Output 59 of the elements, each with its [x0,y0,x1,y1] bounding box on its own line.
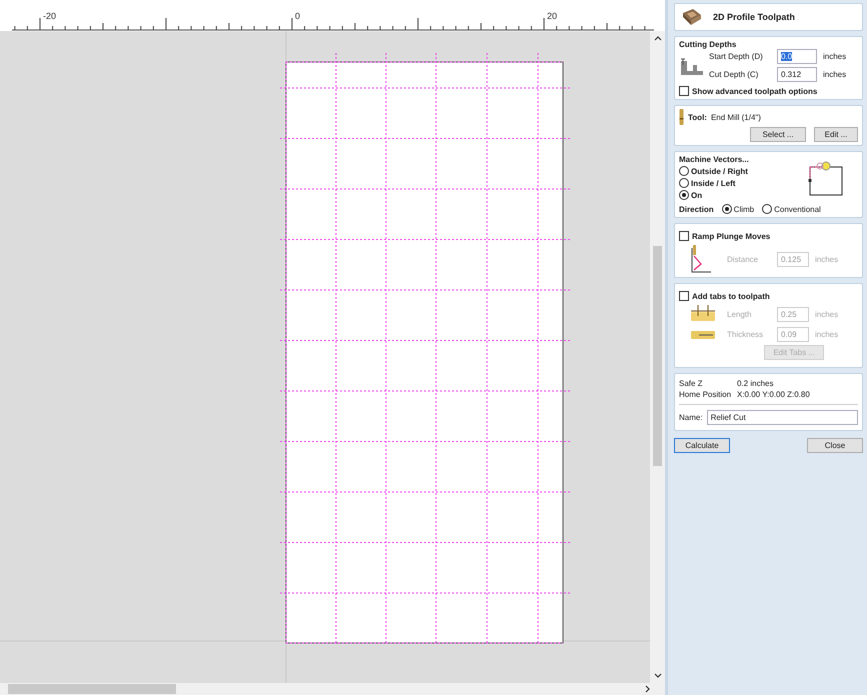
close-button[interactable]: Close [807,438,863,453]
radio-label: Inside / Left [691,178,736,188]
vertical-scrollbar[interactable] [650,31,665,683]
scrollbar-thumb[interactable] [8,684,176,694]
radio-label: Climb [734,204,754,214]
section-heading: Machine Vectors... [679,155,749,164]
scrollbar-thumb[interactable] [653,246,662,466]
radio-button[interactable] [679,190,689,200]
unit-label: inches [823,70,846,79]
ruler-label: 0 [295,11,300,21]
checkbox-label: Add tabs to toolpath [692,292,770,300]
info-label: Home Position [679,390,732,399]
info-value: X:0.00 Y:0.00 Z:0.80 [737,390,810,399]
frame-icon [681,7,703,27]
cut-side-diagram-icon [806,161,844,197]
ramp-icon [689,244,713,274]
radio-button[interactable] [722,204,732,214]
checkbox[interactable] [679,86,689,96]
scroll-right-icon[interactable] [645,685,651,693]
scroll-down-icon[interactable] [654,673,662,679]
radio-label: On [691,190,702,200]
tool-label: Tool: [688,112,707,122]
field-label: Cut Depth (C) [709,70,760,79]
info-label: Safe Z [679,379,704,388]
unit-label: inches [815,310,838,318]
depth-field[interactable]: 0.0 [777,49,817,64]
checkbox-label: Ramp Plunge Moves [692,232,770,240]
calculate-button[interactable]: Calculate [674,438,730,453]
section-heading: Cutting Depths [679,40,738,49]
radio-label: Outside / Right [691,166,748,176]
field-label: Start Depth (D) [709,52,764,61]
info-value: 0.2 inches [737,379,774,388]
checkbox[interactable] [679,291,689,301]
scroll-up-icon[interactable] [654,35,662,41]
radio-button[interactable] [762,204,772,214]
radio-button[interactable] [679,178,689,188]
radio-button[interactable] [679,166,689,176]
name-label: Name: [679,413,703,422]
horizontal-scrollbar[interactable] [0,683,665,695]
panel-title: 2D Profile Toolpath [713,12,795,22]
depth-field[interactable]: 0.312 [777,67,817,82]
direction-label: Direction [679,204,714,214]
unit-label: inches [815,254,838,264]
field-label: Length [727,310,752,318]
name-field[interactable]: Relief Cut [706,410,858,425]
tool-button[interactable]: Select ... [750,127,806,142]
end-mill-icon [679,109,684,125]
checkbox-label: Show advanced toolpath options [692,86,818,96]
tool-name: End Mill (1/4") [710,112,761,122]
unit-label: inches [823,52,846,61]
checkbox[interactable] [679,231,689,241]
field-label: Thickness [727,330,764,339]
radio-label: Conventional [774,204,821,214]
unit-label: inches [815,330,838,339]
ruler-label: -20 [43,11,56,21]
ruler-label: 20 [547,11,558,21]
field-label: Distance [727,254,760,264]
tab-length-icon [689,304,717,324]
tool-button[interactable]: Edit ... [814,127,858,142]
